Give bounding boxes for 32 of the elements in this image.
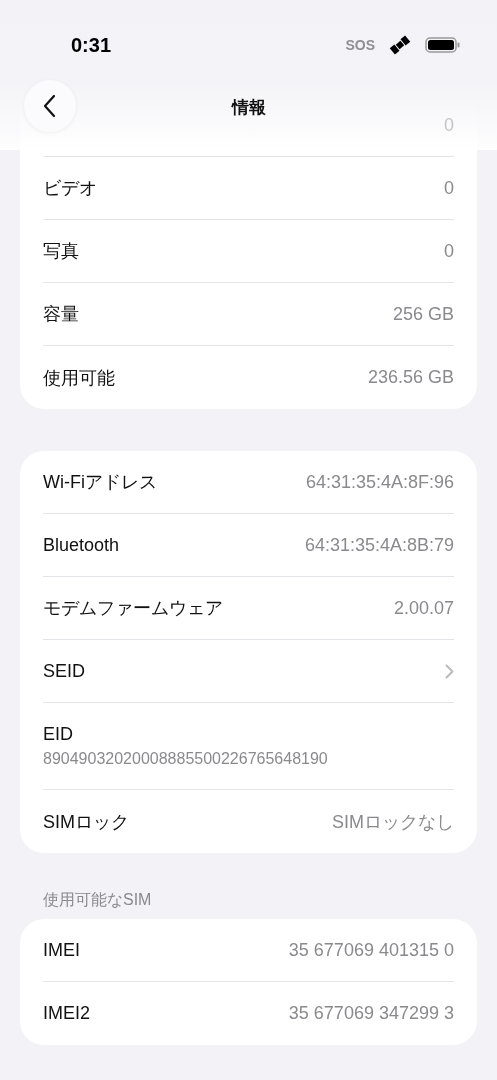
row-value: 64:31:35:4A:8B:79 [304,534,454,556]
row-value: 2.00.07 [393,597,454,619]
row-label: モデムファームウェア [43,597,223,620]
row-label: 使用可能 [43,366,115,390]
row-value: 256 GB [392,303,454,325]
row-label: IMEI [43,939,80,961]
chevron-icon [445,663,454,679]
row-label: ビデオ [43,177,97,200]
satellite-icon [389,35,411,55]
battery-icon [425,36,461,54]
row-value: 0 [444,114,454,136]
status-time: 0:31 [71,34,112,57]
row-value: 35 677069 347299 3 [288,1003,454,1024]
row-label: 容量 [43,303,79,326]
row-label: Bluetooth [43,534,120,556]
row-label: SIMロック [43,810,129,834]
row-value: 0 [444,240,454,262]
sos-indicator: SOS [345,37,375,53]
row-value: SIMロックなし [332,810,454,834]
row-value: 35 677069 401315 0 [288,939,454,961]
row-value: 89049032020008885500226765648190 [43,750,328,768]
row-value: 236.56 GB [367,367,454,388]
row-label: 写真 [43,240,79,263]
row-label: IMEI2 [43,1003,90,1024]
page-title: 情報 [231,96,266,119]
row-value: 64:31:35:4A:8F:96 [305,471,454,493]
row-value: 0 [444,177,454,199]
back-icon [43,94,57,118]
settings-row[interactable]: SEID [43,640,454,703]
section-header: 使用可能なSIM [43,890,153,910]
row-label: EID [43,724,73,745]
row-label: Wi-Fiアドレス [43,471,157,494]
